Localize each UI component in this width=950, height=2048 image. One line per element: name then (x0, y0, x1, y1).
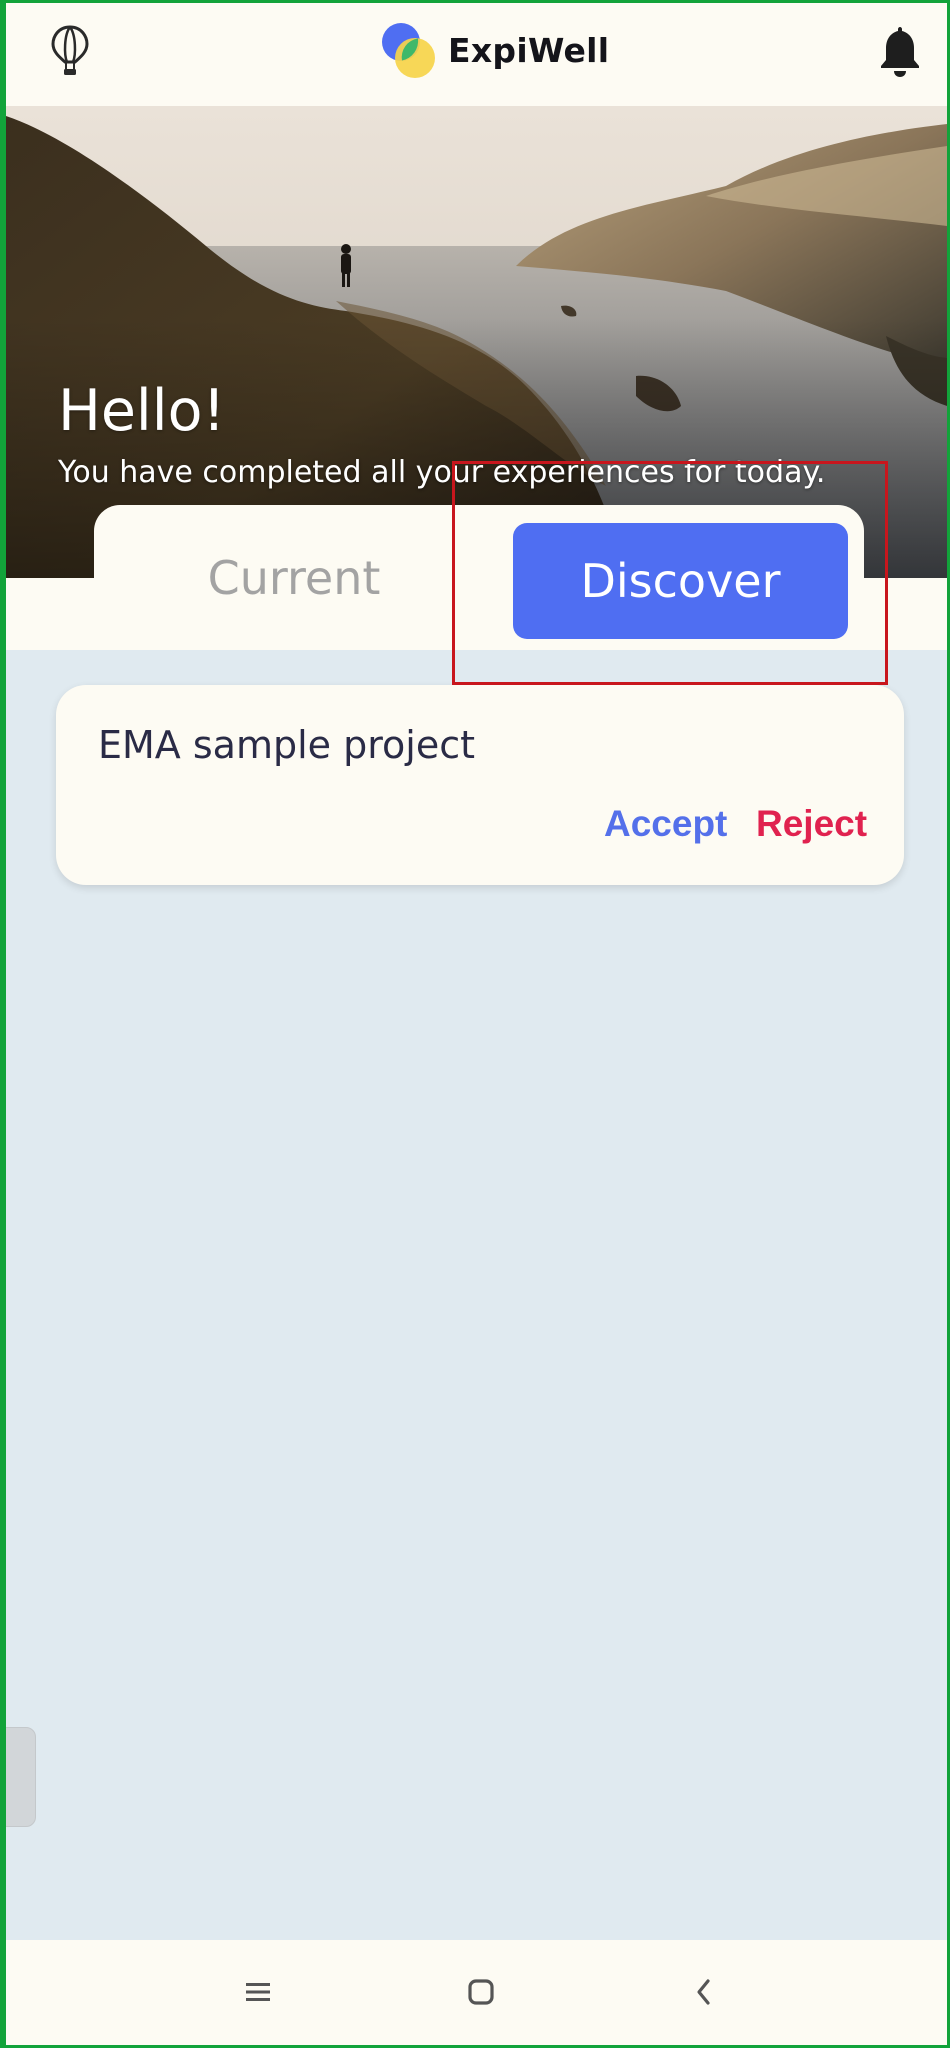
bell-icon[interactable] (876, 23, 924, 79)
home-icon[interactable] (459, 1970, 503, 2014)
recent-apps-icon[interactable] (236, 1970, 280, 2014)
greeting-heading: Hello! (58, 378, 226, 444)
hot-air-balloon-icon[interactable] (50, 25, 90, 77)
tab-discover[interactable]: Discover (513, 523, 848, 639)
tab-current[interactable]: Current (94, 505, 494, 650)
project-card[interactable]: EMA sample project Accept Reject (56, 685, 904, 885)
expiwell-logo-icon (378, 20, 438, 80)
reject-button[interactable]: Reject (756, 803, 867, 845)
tab-switcher: Current Discover (94, 505, 864, 650)
system-navigation-bar (6, 1940, 947, 2045)
app-header: ExpiWell (6, 3, 947, 106)
app-name: ExpiWell (448, 31, 610, 70)
accept-button[interactable]: Accept (604, 803, 727, 845)
project-title: EMA sample project (98, 723, 475, 767)
side-drawer-handle[interactable] (0, 1727, 36, 1827)
discover-content-area: EMA sample project Accept Reject (6, 650, 947, 1940)
completion-message: You have completed all your experiences … (58, 455, 826, 490)
back-icon[interactable] (682, 1970, 726, 2014)
